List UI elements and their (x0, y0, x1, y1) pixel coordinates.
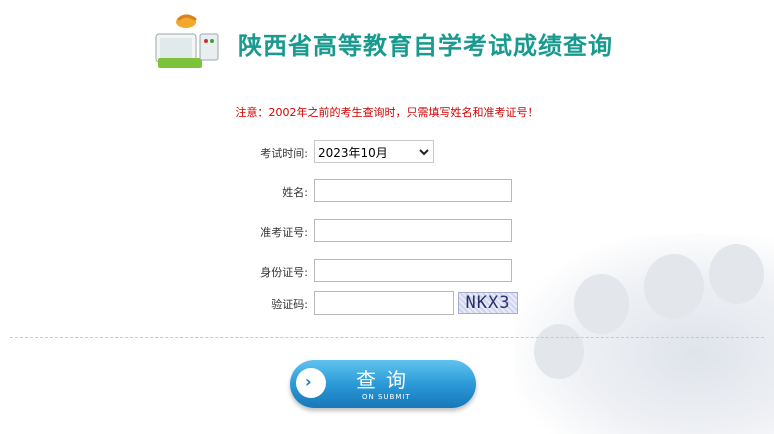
person-silhouette (534, 324, 584, 379)
id-row: 身份证号: (0, 259, 774, 285)
page-header: 陕西省高等教育自学考试成绩查询 (148, 12, 640, 74)
exam-time-value: 2023年10月 (318, 146, 388, 160)
chevron-right-icon: › (296, 368, 326, 398)
notice-text: 注意：2002年之前的考生查询时，只需填写姓名和准考证号！ (235, 106, 539, 119)
captcha-row: 验证码: NKX3 (0, 291, 774, 317)
ticket-label: 准考证号: (260, 226, 308, 239)
ticket-row: 准考证号: (0, 219, 774, 245)
exam-time-select[interactable]: 2023年10月 (314, 140, 434, 163)
name-label: 姓名: (282, 186, 308, 199)
name-row: 姓名: (0, 179, 774, 205)
captcha-input[interactable] (314, 291, 454, 315)
exam-time-row: 考试时间: 2023年10月 (0, 140, 774, 166)
computer-with-key-icon (148, 12, 228, 74)
id-label: 身份证号: (260, 266, 308, 279)
name-input[interactable] (314, 179, 512, 202)
submit-label: 查询 (356, 368, 416, 392)
id-number-input[interactable] (314, 259, 512, 282)
captcha-label: 验证码: (271, 298, 308, 311)
submit-button[interactable]: › 查询 ON SUBMIT (290, 360, 476, 408)
submit-sublabel: ON SUBMIT (362, 393, 411, 401)
chevron-down-icon (419, 146, 429, 160)
ticket-number-input[interactable] (314, 219, 512, 242)
exam-time-label: 考试时间: (260, 147, 308, 160)
dashed-divider (10, 337, 764, 338)
page-title: 陕西省高等教育自学考试成绩查询 (238, 31, 613, 60)
captcha-image[interactable]: NKX3 (458, 292, 518, 314)
